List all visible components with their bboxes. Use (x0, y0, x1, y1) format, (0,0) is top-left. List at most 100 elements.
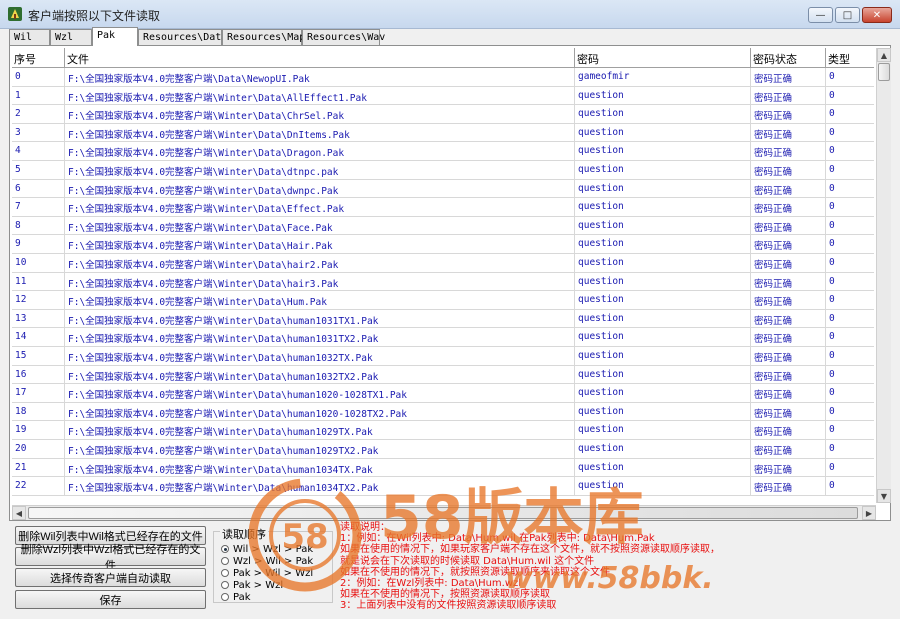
table-row[interactable]: 13 F:\全国独家版本V4.0完整客户端\Winter\Data\human10… (12, 309, 874, 329)
horizontal-scroll-thumb[interactable] (28, 507, 858, 519)
table-row[interactable]: 2 F:\全国独家版本V4.0完整客户端\Winter\Data\ChrSel.P… (12, 105, 874, 124)
instruction-line: 2：例如：在Wzl列表中: Data\Hum.wzl (340, 578, 522, 590)
table-row[interactable]: 19 F:\全国独家版本V4.0完整客户端\Winter\Data\human10… (12, 421, 874, 440)
tab-resources-map[interactable]: Resources\Map (222, 29, 305, 45)
scroll-left-icon[interactable]: ◀ (12, 506, 26, 520)
cell-file: F:\全国独家版本V4.0完整客户端\Winter\Data\DnItems.P… (65, 123, 575, 142)
tab-wil[interactable]: Wil (9, 29, 50, 45)
column-header-file[interactable]: 文件 (65, 48, 575, 67)
cell-type: 0 (829, 461, 835, 473)
radio-button[interactable] (221, 557, 229, 565)
cell-type: 0 (829, 126, 835, 138)
radio-button[interactable] (221, 581, 229, 589)
radio-label: Pak > Wzl (233, 580, 284, 591)
cell-type: 0 (829, 294, 835, 306)
table-row[interactable]: 1 F:\全国独家版本V4.0完整客户端\Winter\Data\AllEffec… (12, 86, 874, 106)
file-grid[interactable]: 序号 文件 密码 密码状态 类型 0 F:\全国独家版本V4.0完整客户端\Dat… (12, 48, 874, 503)
cell-index: 7 (12, 198, 65, 217)
table-row[interactable]: 4 F:\全国独家版本V4.0完整客户端\Winter\Data\Dragon.P… (12, 142, 874, 161)
cell-type: 0 (829, 312, 835, 324)
horizontal-scrollbar[interactable]: ◀ ▶ (12, 505, 876, 520)
instruction-line: 读取说明： (340, 522, 390, 533)
table-row[interactable]: 5 F:\全国独家版本V4.0完整客户端\Winter\Data\dtnpc.pa… (12, 161, 874, 180)
read-instructions: 读取说明： 1：例如：在Wil列表中: Data\Hum.wil 在Pak列表中:… (340, 522, 890, 612)
table-row[interactable]: 9 F:\全国独家版本V4.0完整客户端\Winter\Data\Hair.Pak… (12, 235, 874, 254)
radio-button[interactable] (221, 593, 229, 601)
table-row[interactable]: 17 F:\全国独家版本V4.0完整客户端\Winter\Data\human10… (12, 384, 874, 403)
tab-resources-wav[interactable]: Resources\Wav (302, 29, 385, 45)
table-row[interactable]: 20 F:\全国独家版本V4.0完整客户端\Winter\Data\human10… (12, 440, 874, 459)
table-row[interactable]: 12 F:\全国独家版本V4.0完整客户端\Winter\Data\Hum.Pak… (12, 291, 874, 310)
cell-password-status: 密码正确 (751, 477, 826, 496)
cell-index: 1 (12, 86, 65, 105)
table-row[interactable]: 6 F:\全国独家版本V4.0完整客户端\Winter\Data\dwnpc.Pa… (12, 179, 874, 199)
table-row[interactable]: 7 F:\全国独家版本V4.0完整客户端\Winter\Data\Effect.P… (12, 198, 874, 217)
cell-password: question (575, 142, 751, 161)
close-button[interactable]: ✕ (862, 7, 892, 23)
save-button[interactable]: 保存 (15, 590, 206, 609)
maximize-icon: □ (842, 9, 853, 21)
table-row[interactable]: 15 F:\全国独家版本V4.0完整客户端\Winter\Data\human10… (12, 347, 874, 366)
cell-file: F:\全国独家版本V4.0完整客户端\Winter\Data\Face.Pak (65, 216, 575, 235)
vertical-scrollbar[interactable]: ▲ ▼ (876, 48, 891, 503)
table-row[interactable]: 14 F:\全国独家版本V4.0完整客户端\Winter\Data\human10… (12, 328, 874, 347)
cell-type: 0 (829, 405, 835, 417)
radio-button[interactable] (221, 545, 229, 553)
cell-type: 0 (829, 331, 835, 343)
read-order-title: 读取顺序 (220, 526, 268, 542)
cell-type: 0 (829, 219, 835, 231)
cell-file: F:\全国独家版本V4.0完整客户端\Winter\Data\hair3.Pak (65, 272, 575, 291)
cell-file: F:\全国独家版本V4.0完整客户端\Winter\Data\human1029… (65, 421, 575, 440)
cell-file: F:\全国独家版本V4.0完整客户端\Winter\Data\ChrSel.Pa… (65, 105, 575, 124)
table-row[interactable]: 8 F:\全国独家版本V4.0完整客户端\Winter\Data\Face.Pak… (12, 216, 874, 236)
table-row[interactable]: 3 F:\全国独家版本V4.0完整客户端\Winter\Data\DnItems.… (12, 123, 874, 143)
table-row[interactable]: 11 F:\全国独家版本V4.0完整客户端\Winter\Data\hair3.P… (12, 272, 874, 292)
cell-type: 0 (829, 71, 835, 82)
read-order-option[interactable]: Wzl > Wil > Pak (221, 556, 331, 568)
scroll-right-icon[interactable]: ▶ (862, 506, 876, 520)
radio-label: Wzl > Wil > Pak (233, 556, 314, 567)
table-row[interactable]: 16 F:\全国独家版本V4.0完整客户端\Winter\Data\human10… (12, 365, 874, 385)
column-header-password[interactable]: 密码 (575, 48, 751, 67)
vertical-scroll-thumb[interactable] (878, 63, 890, 81)
cell-password-status: 密码正确 (751, 291, 826, 310)
cell-password-status: 密码正确 (751, 402, 826, 421)
cell-file: F:\全国独家版本V4.0完整客户端\Winter\Data\Hum.Pak (65, 291, 575, 310)
column-header-index[interactable]: 序号 (12, 48, 65, 67)
read-order-option[interactable]: Pak (221, 592, 331, 604)
maximize-button[interactable]: □ (835, 7, 860, 23)
read-order-option[interactable]: Pak > Wzl (221, 580, 331, 592)
table-row[interactable]: 10 F:\全国独家版本V4.0完整客户端\Winter\Data\hair2.P… (12, 254, 874, 273)
cell-password: question (575, 198, 751, 217)
column-header-type[interactable]: 类型 (826, 48, 874, 67)
cell-type: 0 (829, 182, 835, 194)
tab-resources-data[interactable]: Resources\Data (138, 29, 227, 45)
cell-password: question (575, 291, 751, 310)
cell-type: 0 (829, 443, 835, 454)
table-row[interactable]: 18 F:\全国独家版本V4.0完整客户端\Winter\Data\human10… (12, 402, 874, 422)
instruction-line: 如果在不使用的情况下，按照资源读取顺序读取 (340, 589, 550, 601)
read-order-option[interactable]: Wil > Wzl > Pak (221, 544, 331, 556)
cell-type: 0 (829, 424, 835, 436)
tab-pak[interactable]: Pak (92, 27, 138, 46)
delete-wzl-existing-button[interactable]: 删除Wzl列表中Wzl格式已经存在的文件 (15, 544, 206, 572)
auto-read-client-button[interactable]: 选择传奇客户端自动读取 (15, 568, 206, 587)
scroll-down-icon[interactable]: ▼ (877, 489, 891, 503)
cell-password-status: 密码正确 (751, 123, 826, 142)
table-row[interactable]: 0 F:\全国独家版本V4.0完整客户端\Data\NewopUI.Pak game… (12, 68, 874, 87)
cell-password-status: 密码正确 (751, 161, 826, 179)
radio-button[interactable] (221, 569, 229, 577)
column-header-password-status[interactable]: 密码状态 (751, 48, 826, 67)
cell-index: 2 (12, 105, 65, 124)
table-row[interactable]: 22 F:\全国独家版本V4.0完整客户端\Winter\Data\human10… (12, 477, 874, 496)
minimize-button[interactable]: — (808, 7, 833, 23)
tab-wzl[interactable]: Wzl (50, 29, 92, 45)
cell-password: question (575, 272, 751, 291)
table-row[interactable]: 21 F:\全国独家版本V4.0完整客户端\Winter\Data\human10… (12, 458, 874, 478)
scroll-up-icon[interactable]: ▲ (877, 48, 891, 62)
cell-index: 18 (12, 402, 65, 421)
read-order-option[interactable]: Pak > Wil > Wzl (221, 568, 331, 580)
cell-password: question (575, 216, 751, 235)
cell-password-status: 密码正确 (751, 86, 826, 105)
cell-file: F:\全国独家版本V4.0完整客户端\Winter\Data\human1031… (65, 309, 575, 328)
